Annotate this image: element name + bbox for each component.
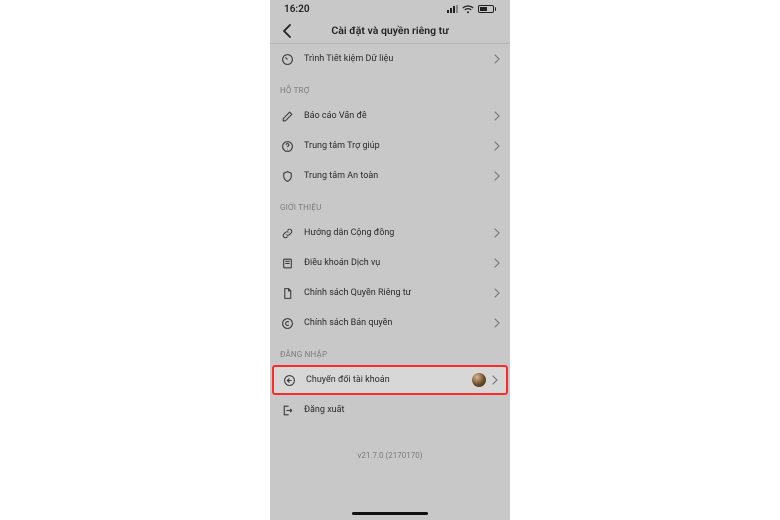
- page-title: Cài đặt và quyền riêng tư: [331, 24, 448, 37]
- navbar: Cài đặt và quyền riêng tư: [270, 18, 510, 44]
- row-trailing: [472, 373, 498, 387]
- section-header-login: ĐĂNG NHẬP: [270, 338, 510, 365]
- status-bar: 16:20: [270, 0, 510, 18]
- status-time: 16:20: [284, 4, 310, 15]
- row-label: Điều khoản Dịch vụ: [304, 258, 484, 268]
- row-label: Đăng xuất: [304, 405, 500, 415]
- chevron-right-icon: [494, 258, 500, 268]
- row-label: Trung tâm Trợ giúp: [304, 141, 484, 151]
- row-label: Trình Tiết kiệm Dữ liệu: [304, 54, 484, 64]
- question-circle-icon: [280, 139, 294, 153]
- row-privacy-policy[interactable]: Chính sách Quyền Riêng tư: [270, 278, 510, 308]
- status-right: [447, 5, 497, 14]
- book-icon: [280, 256, 294, 270]
- logout-icon: [280, 403, 294, 417]
- row-switch-account[interactable]: Chuyển đổi tài khoản: [272, 365, 508, 395]
- switch-icon: [282, 373, 296, 387]
- row-logout[interactable]: Đăng xuất: [270, 395, 510, 425]
- row-help-center[interactable]: Trung tâm Trợ giúp: [270, 131, 510, 161]
- battery-icon: [478, 5, 497, 13]
- row-safety-center[interactable]: Trung tâm An toàn: [270, 161, 510, 191]
- pencil-icon: [280, 109, 294, 123]
- row-terms[interactable]: Điều khoản Dịch vụ: [270, 248, 510, 278]
- chevron-right-icon: [494, 228, 500, 238]
- row-label: Hướng dẫn Cộng đồng: [304, 228, 484, 238]
- gauge-icon: [280, 52, 294, 66]
- row-report-problem[interactable]: Báo cáo Vấn đề: [270, 101, 510, 131]
- chevron-left-icon: [282, 24, 292, 38]
- signal-icon: [447, 5, 458, 13]
- chevron-right-icon: [492, 375, 498, 385]
- home-indicator-bar: [270, 508, 510, 520]
- row-data-saver[interactable]: Trình Tiết kiệm Dữ liệu: [270, 44, 510, 74]
- row-label: Chuyển đổi tài khoản: [306, 375, 462, 385]
- back-button[interactable]: [278, 20, 296, 42]
- shield-icon: [280, 169, 294, 183]
- phone-frame: 16:20 Cài đặt và quyền riêng tư Trình T: [270, 0, 510, 520]
- link-icon: [280, 226, 294, 240]
- row-copyright-policy[interactable]: Chính sách Bản quyền: [270, 308, 510, 338]
- chevron-right-icon: [494, 288, 500, 298]
- copyright-icon: [280, 316, 294, 330]
- chevron-right-icon: [494, 171, 500, 181]
- row-label: Chính sách Quyền Riêng tư: [304, 288, 484, 298]
- avatar: [472, 373, 486, 387]
- chevron-right-icon: [494, 141, 500, 151]
- chevron-right-icon: [494, 111, 500, 121]
- row-community-guidelines[interactable]: Hướng dẫn Cộng đồng: [270, 218, 510, 248]
- row-label: Báo cáo Vấn đề: [304, 111, 484, 121]
- settings-scroll[interactable]: Trình Tiết kiệm Dữ liệu HỖ TRỢ Báo cáo V…: [270, 44, 510, 508]
- chevron-right-icon: [494, 318, 500, 328]
- row-label: Chính sách Bản quyền: [304, 318, 484, 328]
- section-header-about: GIỚI THIỆU: [270, 191, 510, 218]
- section-header-support: HỖ TRỢ: [270, 74, 510, 101]
- wifi-icon: [462, 5, 474, 14]
- row-label: Trung tâm An toàn: [304, 171, 484, 181]
- chevron-right-icon: [494, 54, 500, 64]
- version-label: v21.7.0 (2170170): [270, 425, 510, 470]
- document-icon: [280, 286, 294, 300]
- home-indicator[interactable]: [352, 512, 428, 515]
